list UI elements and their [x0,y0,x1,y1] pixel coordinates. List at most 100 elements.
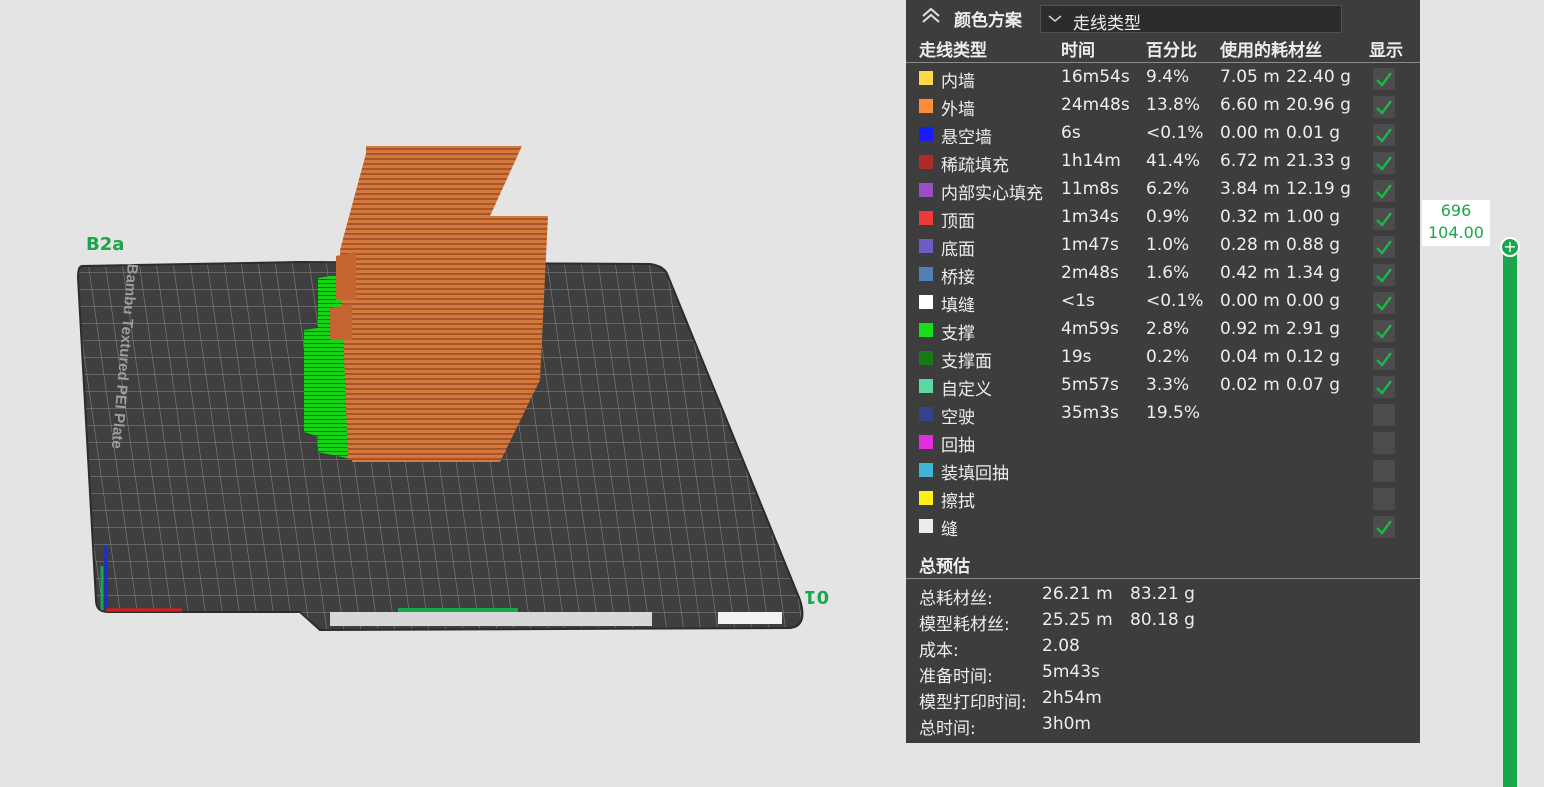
legend-row: 自定义 5m57s 3.3% 0.02 m 0.07 g [906,372,1420,400]
feature-weight: 22.40 g [1286,67,1351,87]
slider-thumb-plus-icon[interactable]: + [1500,237,1520,257]
feature-weight: 0.12 g [1286,347,1341,367]
feature-weight: 21.33 g [1286,151,1351,171]
legend-row: 内墙 16m54s 9.4% 7.05 m 22.40 g [906,64,1420,92]
show-checkbox[interactable] [1373,516,1395,538]
checkmark-icon [1376,324,1392,339]
show-checkbox[interactable] [1373,236,1395,258]
show-checkbox[interactable] [1373,376,1395,398]
feature-name: 装填回抽 [941,464,1009,484]
checkmark-icon [1376,296,1392,311]
show-checkbox[interactable] [1373,348,1395,370]
color-swatch [919,71,933,85]
summary-row: 准备时间: 5m43s [906,662,1420,688]
feature-time: 24m48s [1061,95,1130,115]
color-swatch [919,99,933,113]
show-checkbox[interactable] [1373,460,1395,482]
layer-slider[interactable]: 696 104.00 + [1420,0,1544,787]
feature-weight: 2.91 g [1286,319,1341,339]
feature-percent: 6.2% [1146,179,1190,199]
legend-row: 支撑 4m59s 2.8% 0.92 m 2.91 g [906,316,1420,344]
legend-row: 外墙 24m48s 13.8% 6.60 m 20.96 g [906,92,1420,120]
feature-name: 外墙 [941,100,975,120]
feature-length: 6.72 m [1220,151,1280,171]
feature-name: 支撑 [941,324,975,344]
color-swatch [919,407,933,421]
show-checkbox[interactable] [1373,152,1395,174]
feature-length: 0.28 m [1220,235,1280,255]
header-show: 显示 [1369,41,1403,61]
feature-weight: 1.00 g [1286,207,1341,227]
color-swatch [919,267,933,281]
feature-percent: 0.2% [1146,347,1190,367]
feature-time: <1s [1061,291,1095,311]
summary-value: 3h0m [1042,714,1091,734]
summary-value: 2h54m [1042,688,1102,708]
feature-weight: 1.34 g [1286,263,1341,283]
checkmark-icon [1376,128,1392,143]
legend-row: 支撑面 19s 0.2% 0.04 m 0.12 g [906,344,1420,372]
show-checkbox[interactable] [1373,124,1395,146]
color-swatch [919,519,933,533]
header-divider [906,62,1420,63]
checkmark-icon [1376,268,1392,283]
feature-name: 缝 [941,520,958,540]
show-checkbox[interactable] [1373,320,1395,342]
legend-row: 擦拭 [906,484,1420,512]
show-checkbox[interactable] [1373,180,1395,202]
summary-value: 25.25 m [1042,610,1113,630]
color-swatch [919,435,933,449]
checkmark-icon [1376,72,1392,87]
feature-percent: 3.3% [1146,375,1190,395]
feature-length: 0.02 m [1220,375,1280,395]
color-swatch [919,239,933,253]
collapse-chevron-up-icon[interactable] [920,4,942,26]
feature-percent: 19.5% [1146,403,1201,423]
color-swatch [919,351,933,365]
show-checkbox[interactable] [1373,292,1395,314]
feature-weight: 0.07 g [1286,375,1341,395]
feature-name: 自定义 [941,380,992,400]
legend-row: 顶面 1m34s 0.9% 0.32 m 1.00 g [906,204,1420,232]
feature-length: 0.32 m [1220,207,1280,227]
feature-name: 桥接 [941,268,975,288]
show-checkbox[interactable] [1373,208,1395,230]
summary-label: 准备时间: [919,667,993,687]
plate-scene[interactable] [0,0,900,787]
show-checkbox[interactable] [1373,68,1395,90]
color-swatch [919,183,933,197]
header-filament: 使用的耗材丝 [1220,41,1322,61]
show-checkbox[interactable] [1373,432,1395,454]
color-swatch [919,127,933,141]
checkmark-icon [1376,156,1392,171]
summary-row: 成本: 2.08 [906,636,1420,662]
feature-name: 内部实心填充 [941,184,1043,204]
feature-name: 支撑面 [941,352,992,372]
show-checkbox[interactable] [1373,488,1395,510]
feature-time: 4m59s [1061,319,1119,339]
slider-track[interactable] [1503,250,1517,787]
layer-readout: 696 104.00 [1422,200,1490,246]
legend-row: 稀疏填充 1h14m 41.4% 6.72 m 21.33 g [906,148,1420,176]
legend-row: 填缝 <1s <0.1% 0.00 m 0.00 g [906,288,1420,316]
feature-length: 0.42 m [1220,263,1280,283]
color-scheme-select[interactable]: 走线类型 [1040,5,1342,34]
3d-viewport[interactable]: B2a 01 Bambu Textured PEI Plate [0,0,900,787]
show-checkbox[interactable] [1373,264,1395,286]
legend-panel: 颜色方案 走线类型 走线类型 时间 百分比 使用的耗材丝 显示 内墙 16m54s… [906,0,1420,743]
feature-length: 0.04 m [1220,347,1280,367]
feature-length: 0.00 m [1220,123,1280,143]
color-scheme-title: 颜色方案 [954,11,1022,31]
show-checkbox[interactable] [1373,96,1395,118]
show-checkbox[interactable] [1373,404,1395,426]
feature-percent: 2.8% [1146,319,1190,339]
feature-percent: 0.9% [1146,207,1190,227]
summary-label: 模型打印时间: [919,693,1027,713]
checkmark-icon [1376,380,1392,395]
legend-row: 空驶 35m3s 19.5% [906,400,1420,428]
feature-weight: 0.01 g [1286,123,1341,143]
legend-row: 悬空墙 6s <0.1% 0.00 m 0.01 g [906,120,1420,148]
summary-value: 5m43s [1042,662,1100,682]
feature-name: 空驶 [941,408,975,428]
feature-weight: 0.88 g [1286,235,1341,255]
